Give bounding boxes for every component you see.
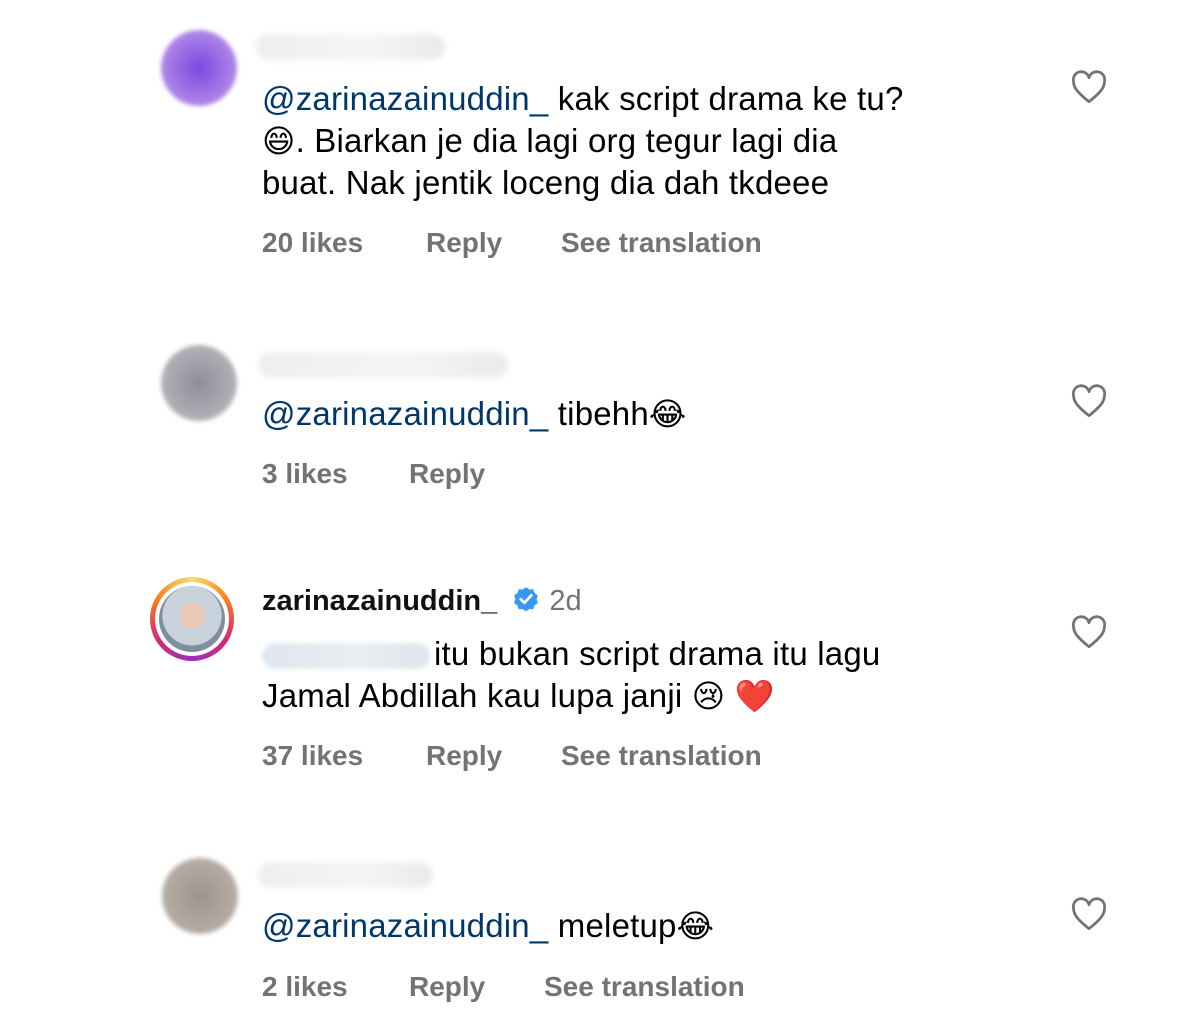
timestamp: 2d	[549, 585, 582, 617]
username-blurred[interactable]	[258, 352, 508, 378]
comment-text: @zarinazainuddin_ meletup😂	[262, 907, 715, 944]
mention-link[interactable]: @zarinazainuddin_	[262, 80, 548, 117]
avatar[interactable]	[162, 858, 238, 934]
likes-count[interactable]: 2 likes	[262, 971, 409, 1003]
verified-badge-icon	[514, 587, 539, 612]
username-blurred[interactable]	[258, 862, 433, 888]
comment-text: itu bukan script drama itu lagu Jamal Ab…	[262, 635, 881, 714]
comment-author[interactable]: zarinazainuddin_ 2d	[262, 584, 582, 618]
see-translation-button[interactable]: See translation	[544, 971, 745, 1003]
see-translation-button[interactable]: See translation	[561, 740, 762, 772]
likes-count[interactable]: 3 likes	[262, 458, 409, 490]
avatar[interactable]	[161, 30, 237, 106]
comment-actions: 2 likes Reply See translation	[262, 971, 745, 1003]
avatar[interactable]	[161, 345, 237, 421]
username-blurred[interactable]	[255, 34, 445, 60]
see-translation-button[interactable]: See translation	[561, 227, 762, 259]
profile-photo	[159, 586, 225, 652]
likes-count[interactable]: 20 likes	[262, 227, 426, 259]
reply-button[interactable]: Reply	[409, 971, 544, 1003]
mention-link[interactable]: @zarinazainuddin_	[262, 395, 548, 432]
heart-outline-icon[interactable]	[1070, 70, 1108, 104]
likes-count[interactable]: 37 likes	[262, 740, 426, 772]
mention-blurred[interactable]	[262, 643, 430, 670]
mention-link[interactable]: @zarinazainuddin_	[262, 907, 548, 944]
heart-outline-icon[interactable]	[1070, 615, 1108, 649]
reply-button[interactable]: Reply	[426, 740, 561, 772]
heart-outline-icon[interactable]	[1070, 897, 1108, 931]
red-heart-emoji: ❤️	[734, 678, 775, 714]
comment-actions: 3 likes Reply	[262, 458, 485, 490]
crying-emoji: 😢	[691, 678, 726, 714]
heart-outline-icon[interactable]	[1070, 384, 1108, 418]
comment-text: @zarinazainuddin_ tibehh😂	[262, 395, 687, 432]
reply-button[interactable]: Reply	[426, 227, 561, 259]
comment-actions: 37 likes Reply See translation	[262, 740, 762, 772]
comment-actions: 20 likes Reply See translation	[262, 227, 762, 259]
grinning-emoji: 😄	[262, 123, 296, 159]
tears-of-joy-emoji: 😂	[648, 396, 687, 432]
comment-text: @zarinazainuddin_ kak script drama ke tu…	[262, 80, 904, 201]
reply-button[interactable]: Reply	[409, 458, 485, 490]
story-ring-avatar[interactable]	[150, 577, 234, 661]
username[interactable]: zarinazainuddin_	[262, 585, 497, 617]
tears-of-joy-emoji: 😂	[676, 908, 715, 944]
